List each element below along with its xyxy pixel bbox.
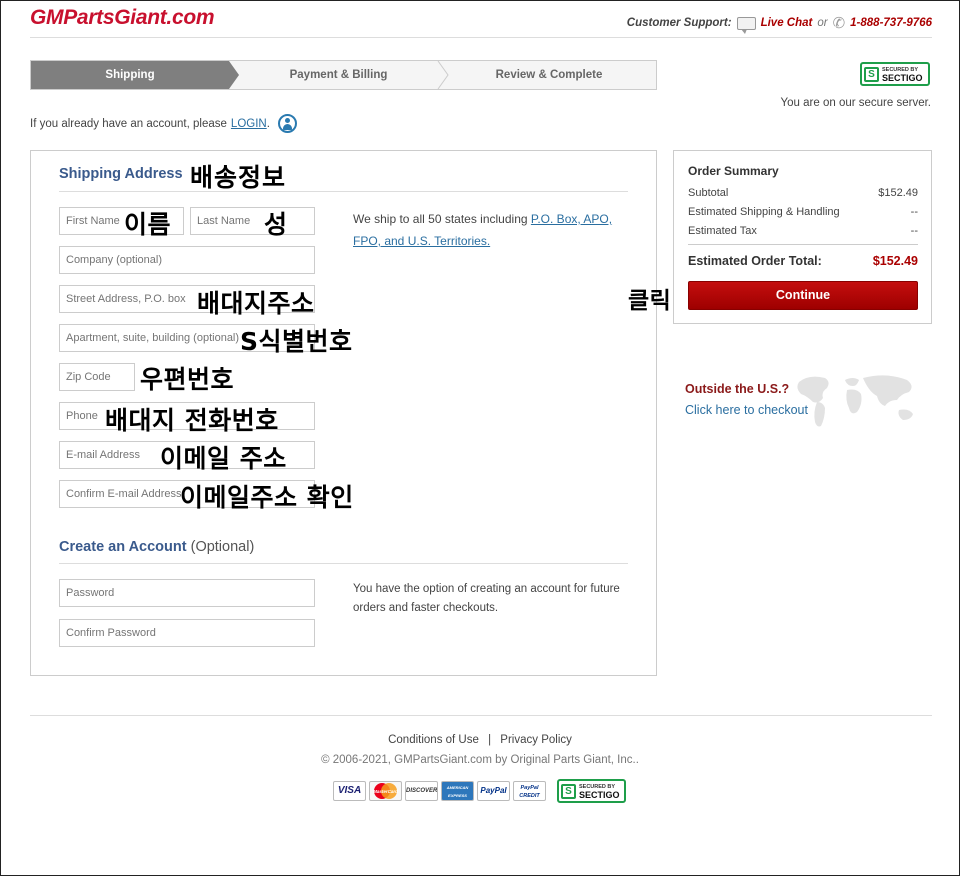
continue-button[interactable]: Continue	[688, 281, 918, 310]
footer-links: Conditions of Use | Privacy Policy	[0, 734, 960, 746]
login-link[interactable]: LOGIN	[231, 118, 267, 130]
customer-support: Customer Support: Live Chat or ✆ 1-888-7…	[626, 14, 932, 34]
phone-note: 배대지 전화번호	[105, 406, 279, 435]
email-note: 이메일 주소	[160, 444, 287, 473]
live-chat-link[interactable]: Live Chat	[761, 17, 813, 29]
amex-card-icon: AMERICAN EXPRESS	[441, 781, 474, 801]
summary-row-subtotal: Subtotal $152.49	[688, 187, 918, 199]
account-info: You have the option of creating an accou…	[353, 583, 620, 614]
header-divider	[30, 37, 932, 38]
phone-icon: ✆	[832, 15, 846, 32]
visa-card-icon: VISA	[333, 781, 366, 801]
street-address-note: 배대지주소	[197, 289, 315, 318]
secure-server-text: You are on our secure server.	[780, 97, 931, 109]
summary-divider	[688, 244, 918, 245]
footer-separator: |	[488, 734, 492, 746]
login-suffix: .	[266, 117, 270, 130]
world-map-icon	[797, 375, 913, 427]
last-name-input[interactable]	[190, 207, 315, 235]
privacy-link[interactable]: Privacy Policy	[500, 734, 572, 746]
tax-label: Estimated Tax	[688, 225, 757, 237]
order-total: Estimated Order Total: $152.49	[688, 254, 918, 268]
confirm-password-input[interactable]	[59, 619, 315, 647]
or-text: or	[817, 17, 828, 29]
support-label: Customer Support:	[626, 17, 732, 29]
create-account-title: Create an Account (Optional)	[59, 539, 254, 555]
order-summary-title: Order Summary	[688, 164, 779, 178]
shipping-address-title: Shipping Address	[59, 166, 183, 182]
first-name-note: 이름	[124, 210, 172, 239]
outside-us-title: Outside the U.S.?	[685, 382, 790, 396]
checkout-steps: Shipping Payment & Billing Review & Comp…	[30, 60, 657, 90]
account-divider	[59, 563, 628, 564]
shipping-label: Estimated Shipping & Handling	[688, 206, 840, 218]
confirm-email-note: 이메일주소 확인	[180, 483, 354, 512]
zip-code-note: 우편번호	[140, 365, 235, 394]
badge-big-text: SECTIGO	[882, 73, 923, 83]
paypal-card-icon: PayPal	[477, 781, 510, 801]
sectigo-s-icon: S	[864, 66, 879, 82]
company-input[interactable]	[59, 246, 315, 274]
shipping-info-text: We ship to all 50 states including	[353, 212, 528, 226]
international-checkout-link[interactable]: Click here to checkout	[685, 403, 808, 417]
login-prompt: If you already have an account, please L…	[30, 114, 297, 133]
create-account-label: Create an Account	[59, 539, 187, 555]
summary-row-tax: Estimated Tax --	[688, 225, 918, 237]
sectigo-footer-badge: S SECURED BY SECTIGO	[557, 779, 626, 803]
subtotal-label: Subtotal	[688, 187, 729, 199]
order-total-value: $152.49	[872, 254, 918, 268]
last-name-note: 성	[264, 210, 288, 239]
subtotal-value: $152.49	[878, 187, 918, 199]
continue-click-note: 클릭	[628, 288, 672, 314]
summary-row-shipping: Estimated Shipping & Handling --	[688, 206, 918, 218]
zip-code-input[interactable]	[59, 363, 135, 391]
shipping-value: --	[910, 206, 918, 218]
mastercard-card-icon: MasterCard	[369, 781, 402, 801]
discover-card-icon: DISCOVER	[405, 781, 438, 801]
sectigo-footer-s-icon: S	[561, 783, 576, 799]
order-summary: Order Summary Subtotal $152.49 Estimated…	[673, 150, 932, 324]
login-prefix: If you already have an account, please	[30, 117, 227, 130]
apartment-note: S식별번호	[240, 327, 353, 356]
step-shipping: Shipping	[31, 61, 239, 89]
tax-value: --	[910, 225, 918, 237]
support-phone[interactable]: 1-888-737-9766	[850, 17, 932, 29]
mastercard-label: MasterCard	[373, 789, 398, 794]
shipping-divider	[59, 191, 628, 192]
paypal-credit-card-icon: PayPal CREDIT	[513, 781, 546, 801]
sectigo-badge: S SECURED BY SECTIGO	[860, 62, 930, 86]
user-icon[interactable]	[277, 114, 297, 133]
order-total-label: Estimated Order Total:	[688, 254, 822, 268]
create-account-optional: (Optional)	[190, 539, 255, 555]
step-review-complete: Review & Complete	[495, 69, 603, 81]
copyright: © 2006-2021, GMPartsGiant.com by Origina…	[321, 754, 639, 766]
shipping-title-note: 배송정보	[190, 163, 287, 192]
shipping-info: We ship to all 50 states including P.O. …	[353, 208, 613, 252]
outside-us-box[interactable]: Outside the U.S.? Click here to checkout	[673, 372, 932, 428]
footer-badge-big-text: SECTIGO	[579, 790, 620, 800]
conditions-link[interactable]: Conditions of Use	[388, 734, 479, 746]
chat-bubble-icon[interactable]	[736, 16, 756, 34]
footer-divider	[30, 715, 932, 716]
site-logo[interactable]: GMPartsGiant.com	[30, 6, 215, 30]
payment-cards: VISA MasterCard DISCOVER AMERICAN EXPRES…	[333, 781, 546, 801]
step-payment-billing: Payment & Billing	[289, 69, 388, 81]
password-input[interactable]	[59, 579, 315, 607]
